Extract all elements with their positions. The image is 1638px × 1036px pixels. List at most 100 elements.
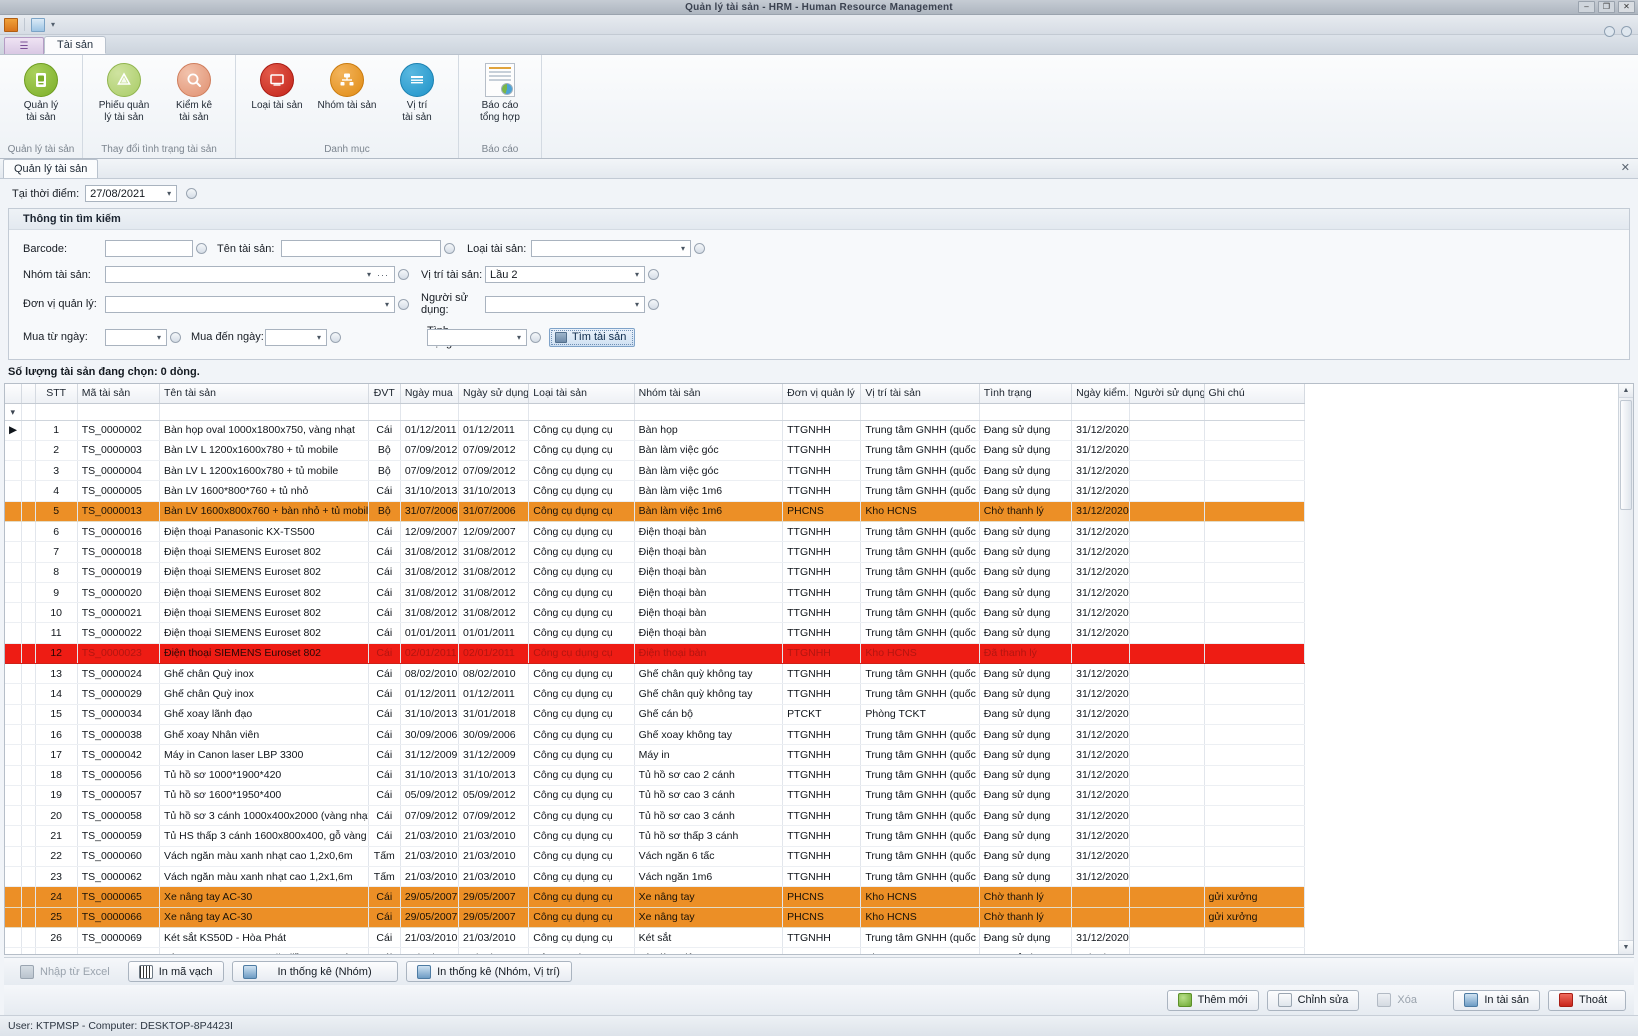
- chevron-down-icon[interactable]: ▾: [51, 20, 55, 29]
- row-expand-cell[interactable]: [21, 724, 36, 746]
- cell-nhom-tai-san[interactable]: Điện thoại bàn: [634, 521, 784, 543]
- cell-nguoi-su-dung[interactable]: [1129, 663, 1205, 685]
- cell-nguoi-su-dung[interactable]: [1129, 501, 1205, 522]
- header-nguoi-su-dung[interactable]: Người sử dụng: [1129, 384, 1205, 404]
- cell-ngay-su-dung[interactable]: 31/08/2012: [458, 541, 530, 563]
- chevron-down-icon[interactable]: ▾: [364, 270, 374, 279]
- cell-ngay-kiem[interactable]: 31/12/2020: [1071, 825, 1131, 847]
- cell-nhom-tai-san[interactable]: Máy in: [634, 744, 784, 766]
- row-marker[interactable]: ▶: [5, 420, 22, 441]
- cell-nguoi-su-dung[interactable]: [1129, 907, 1205, 928]
- cell-dvt[interactable]: Cái: [368, 663, 401, 685]
- cell-loai-tai-san[interactable]: Công cụ dụng cụ: [528, 663, 635, 685]
- row-expand-cell[interactable]: [21, 825, 36, 847]
- cell-ghi-chu[interactable]: [1204, 440, 1306, 462]
- table-row[interactable]: 8 TS_0000019 Điện thoại SIEMENS Euroset 80…: [5, 562, 1306, 583]
- import-excel-button[interactable]: Nhập từ Excel: [10, 961, 120, 982]
- cell-ngay-mua[interactable]: 31/10/2013: [400, 704, 460, 725]
- cell-tinh-trang[interactable]: Đang sử dụng: [979, 582, 1073, 604]
- cell-ngay-mua[interactable]: 31/08/2012: [400, 562, 460, 583]
- filter-cell[interactable]: [634, 403, 784, 421]
- table-row[interactable]: 12 TS_0000023 Điện thoại SIEMENS Euroset 8…: [5, 642, 1306, 665]
- table-row[interactable]: 27TS_0000074Bàn LV 1200*600 - 3 ngăn liề…: [5, 947, 1306, 954]
- cell-vi-tri-tai-san[interactable]: Trung tâm GNHH (quốc nội): [860, 521, 980, 543]
- cell-ngay-su-dung[interactable]: 05/09/2012: [458, 785, 530, 807]
- cell-stt[interactable]: 25: [35, 907, 78, 928]
- table-row[interactable]: 13 TS_0000024 Ghế chân Quỳ inox Cái 08/02/20…: [5, 663, 1306, 685]
- application-menu-button[interactable]: ☰: [4, 37, 44, 54]
- cell-ghi-chu[interactable]: gửi xưởng: [1204, 886, 1306, 908]
- cell-ghi-chu[interactable]: [1204, 785, 1306, 807]
- cell-tinh-trang[interactable]: Chờ thanh lý: [979, 501, 1073, 522]
- cell-tinh-trang[interactable]: Đang sử dụng: [979, 866, 1073, 888]
- cell-vi-tri-tai-san[interactable]: Trung tâm GNHH (quốc nội): [860, 622, 980, 644]
- cell-ngay-kiem[interactable]: 31/12/2020: [1071, 420, 1131, 441]
- cell-don-vi-quan-ly[interactable]: PHCNS: [782, 501, 862, 522]
- cell-ngay-mua[interactable]: 29/05/2007: [400, 886, 460, 908]
- cell-tinh-trang[interactable]: Đang sử dụng: [979, 562, 1073, 583]
- cell-tinh-trang[interactable]: Đang sử dụng: [979, 602, 1073, 624]
- cell-dvt[interactable]: Cái: [368, 927, 401, 949]
- cell-ngay-mua[interactable]: 31/12/2009: [400, 744, 460, 766]
- row-expand-cell[interactable]: [21, 886, 36, 908]
- cell-ghi-chu[interactable]: [1204, 480, 1306, 502]
- cell-nhom-tai-san[interactable]: Tủ hồ sơ cao 3 cánh: [634, 805, 784, 827]
- ribbon-button-vi-tri-tai-san[interactable]: Vị trí tài sản: [382, 59, 452, 128]
- cell-ngay-mua[interactable]: 21/03/2010: [400, 825, 460, 847]
- cell-nguoi-su-dung[interactable]: [1129, 724, 1205, 746]
- cell-stt[interactable]: 9: [35, 582, 78, 604]
- cell-dvt[interactable]: Cái: [368, 907, 401, 928]
- table-row[interactable]: 20 TS_0000058 Tủ hồ sơ 3 cánh 1000x400x200…: [5, 805, 1306, 827]
- cell-nhom-tai-san[interactable]: Điện thoại bàn: [634, 622, 784, 644]
- cell-tinh-trang[interactable]: Đang sử dụng: [979, 927, 1073, 949]
- cell-stt[interactable]: 26: [35, 927, 78, 949]
- cell-ma-tai-san[interactable]: TS_0000042: [77, 744, 161, 766]
- cell-ma-tai-san[interactable]: TS_0000029: [77, 683, 161, 705]
- cell-don-vi-quan-ly[interactable]: TTGNHH: [782, 541, 862, 563]
- cell-loai-tai-san[interactable]: Công cụ dụng cụ: [528, 420, 635, 441]
- cell-tinh-trang[interactable]: Đang sử dụng: [979, 683, 1073, 705]
- row-expand-cell[interactable]: [21, 683, 36, 705]
- row-marker[interactable]: [5, 562, 22, 583]
- cell-vi-tri-tai-san[interactable]: Trung tâm GNHH (quốc nội): [860, 846, 980, 868]
- cell-ghi-chu[interactable]: [1204, 582, 1306, 604]
- cell-ngay-su-dung[interactable]: 21/03/2010: [458, 927, 530, 949]
- table-row[interactable]: 14 TS_0000029 Ghế chân Quỳ inox Cái 01/12/20…: [5, 683, 1306, 705]
- cell-vi-tri-tai-san[interactable]: Trung tâm GNHH (quốc nội): [860, 562, 980, 583]
- cell-ten-tai-san[interactable]: Tủ HS thấp 3 cánh 1600x800x400, gỗ vàng: [159, 825, 369, 847]
- row-marker[interactable]: [5, 765, 22, 786]
- cell-nhom-tai-san[interactable]: Bàn họp: [634, 420, 784, 441]
- cell-ten-tai-san[interactable]: Ghế xoay lãnh đạo: [159, 704, 369, 725]
- cell-vi-tri-tai-san[interactable]: Trung tâm GNHH (quốc nội): [860, 744, 980, 766]
- minimize-button[interactable]: –: [1578, 1, 1595, 13]
- cell-ngay-mua[interactable]: 07/09/2012: [400, 805, 460, 827]
- cell-ten-tai-san[interactable]: Điện thoại SIEMENS Euroset 802: [159, 642, 369, 665]
- row-expand-cell[interactable]: [21, 582, 36, 604]
- cell-ngay-su-dung[interactable]: 29/05/2007: [458, 886, 530, 908]
- cell-tinh-trang[interactable]: Đang sử dụng: [979, 785, 1073, 807]
- row-expand-cell[interactable]: [21, 501, 36, 522]
- cell-loai-tai-san[interactable]: Công cụ dụng cụ: [528, 825, 635, 847]
- cell-ma-tai-san[interactable]: TS_0000066: [77, 907, 161, 928]
- cell-vi-tri-tai-san[interactable]: Trung tâm GNHH (quốc nội): [860, 927, 980, 949]
- table-row[interactable]: 2 TS_0000003 Bàn LV L 1200x1600x780 + tủ m…: [5, 440, 1306, 462]
- cell-ngay-su-dung[interactable]: 29/05/2007: [458, 907, 530, 928]
- cell-ma-tai-san[interactable]: TS_0000018: [77, 541, 161, 563]
- maximize-button[interactable]: ❐: [1598, 1, 1615, 13]
- header-ngay-mua[interactable]: Ngày mua: [400, 384, 460, 404]
- cell-ten-tai-san[interactable]: Bàn LV 1200*600 - 3 ngăn liền MFC-Đức: [159, 947, 369, 954]
- cell-ghi-chu[interactable]: [1204, 846, 1306, 868]
- cell-ngay-kiem[interactable]: 31/12/2020: [1071, 460, 1131, 482]
- table-row[interactable]: 11 TS_0000022 Điện thoại SIEMENS Euroset 8…: [5, 622, 1306, 644]
- cell-ngay-kiem[interactable]: 31/12/2020: [1071, 947, 1131, 954]
- clear-user-icon[interactable]: [648, 298, 659, 310]
- cell-vi-tri-tai-san[interactable]: Trung tâm GNHH (quốc nội): [860, 582, 980, 604]
- cell-don-vi-quan-ly[interactable]: TTGNHH: [782, 765, 862, 786]
- cell-ma-tai-san[interactable]: TS_0000020: [77, 582, 161, 604]
- asset-group-select[interactable]: ▾ ···: [105, 266, 395, 283]
- filter-cell[interactable]: [860, 403, 980, 421]
- cell-ngay-su-dung[interactable]: 07/09/2012: [458, 460, 530, 482]
- asset-grid[interactable]: STT Mã tài sản Tên tài sản ĐVT Ngày mua …: [4, 383, 1634, 955]
- cell-loai-tai-san[interactable]: Công cụ dụng cụ: [528, 582, 635, 604]
- row-marker[interactable]: [5, 521, 22, 543]
